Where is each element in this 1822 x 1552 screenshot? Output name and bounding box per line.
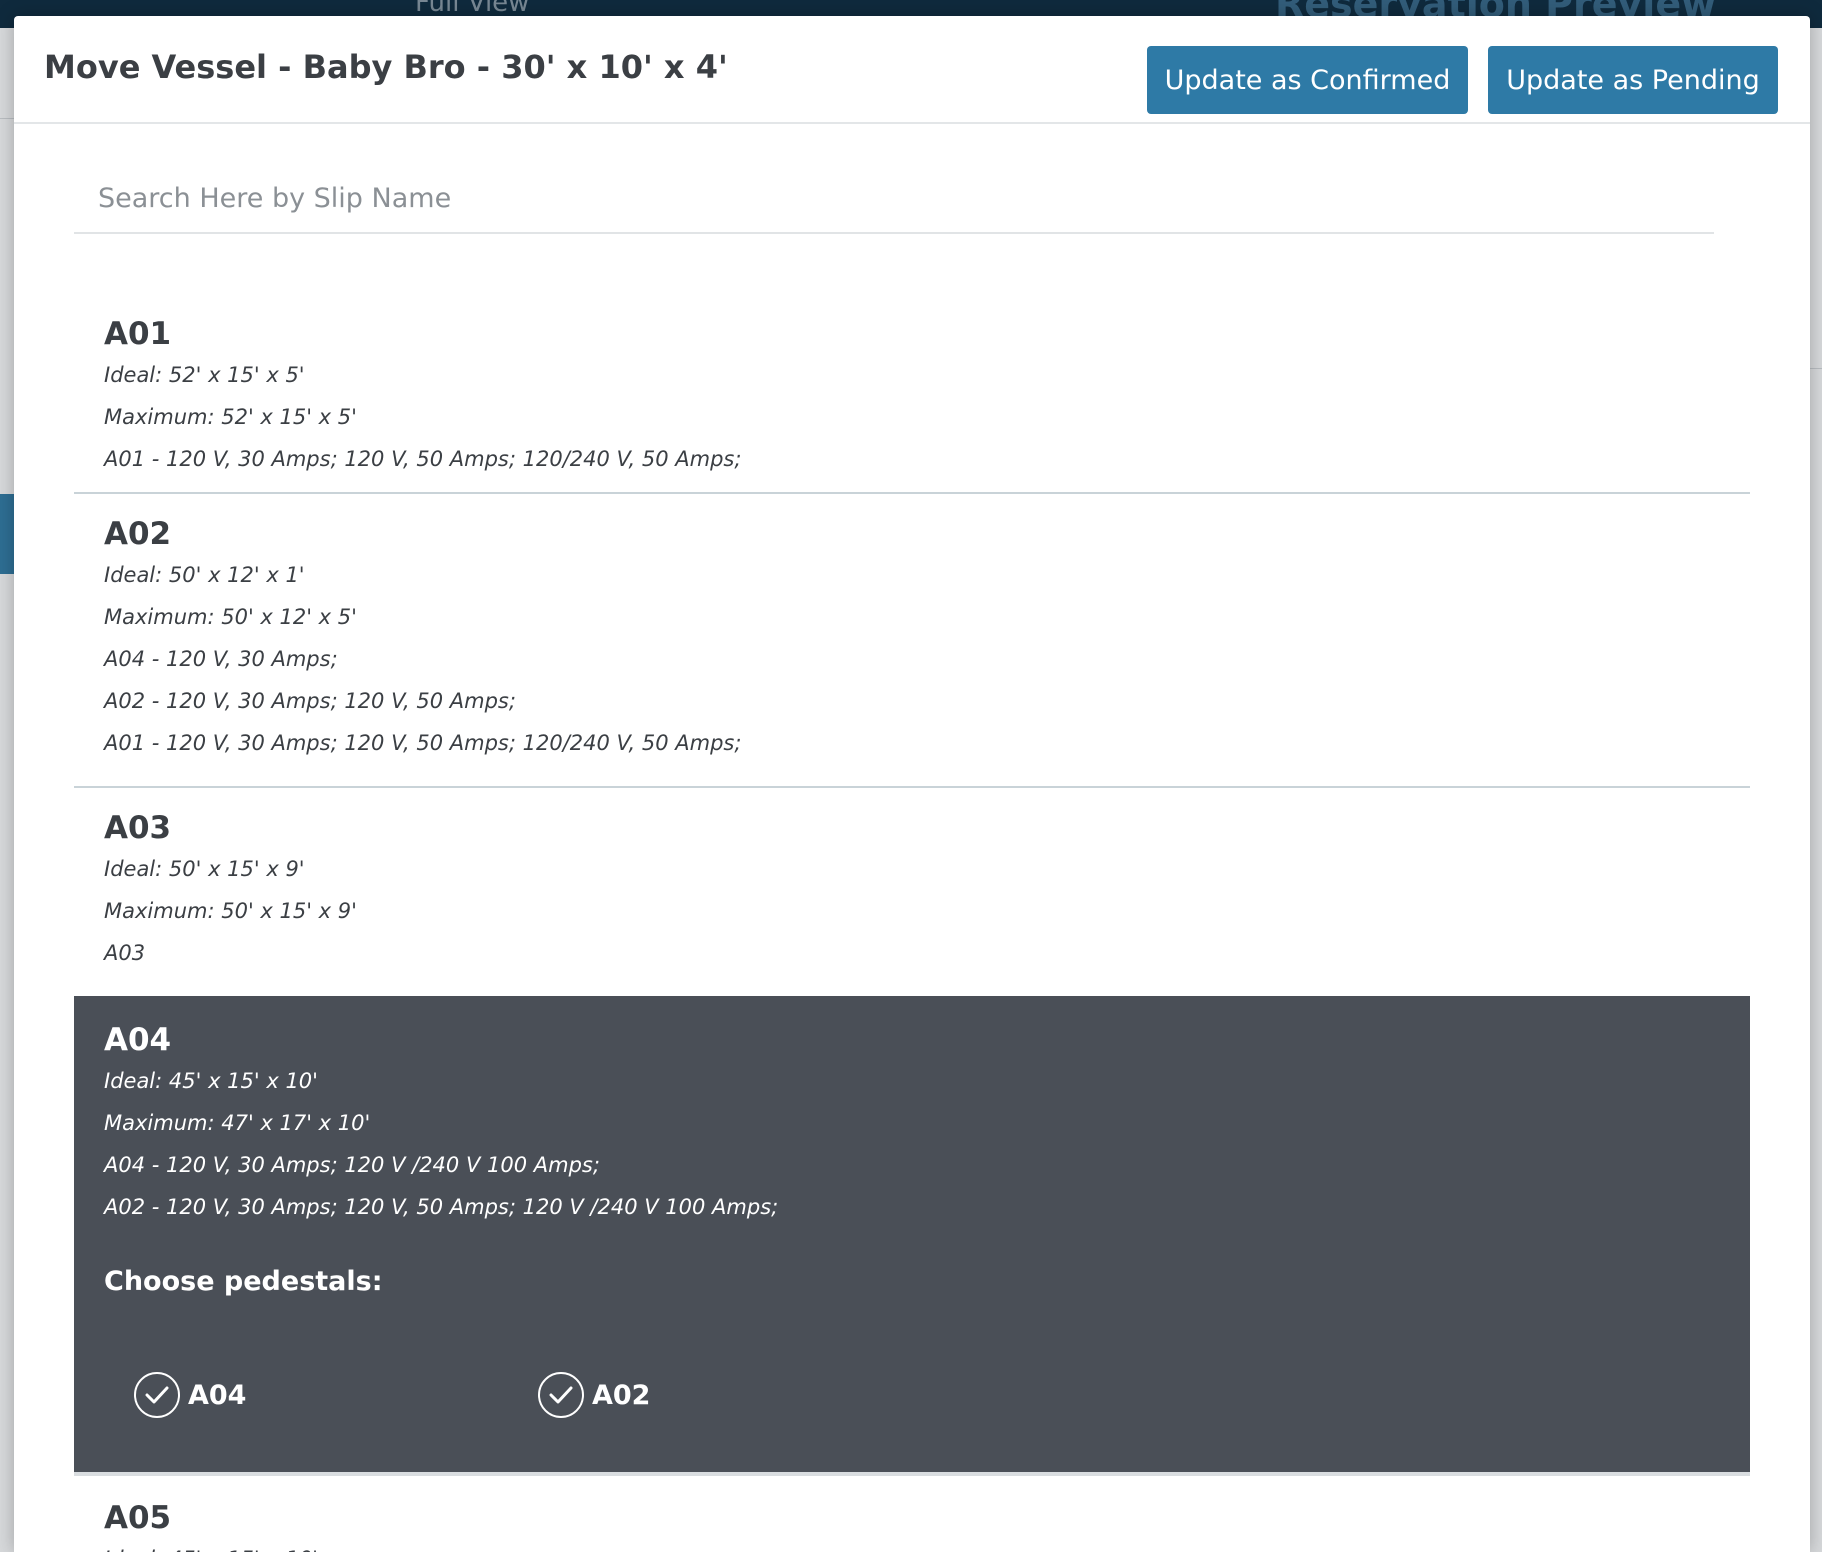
- slip-pedestal-info: A02 - 120 V, 30 Amps; 120 V, 50 Amps; 12…: [104, 1195, 779, 1219]
- slip-maximum-size: Maximum: 50' x 15' x 9': [104, 899, 357, 923]
- slip-ideal-size: Ideal: 45' x 15' x 10': [104, 1538, 1720, 1552]
- slip-ideal-size: Ideal: 52' x 15' x 5': [104, 363, 305, 387]
- move-vessel-modal: Move Vessel - Baby Bro - 30' x 10' x 4' …: [14, 16, 1810, 1552]
- slip-pedestal-info: A01 - 120 V, 30 Amps; 120 V, 50 Amps; 12…: [104, 731, 742, 755]
- update-as-confirmed-button[interactable]: Update as Confirmed: [1147, 46, 1468, 114]
- slip-list: A01 Ideal: 52' x 15' x 5' Maximum: 52' x…: [74, 294, 1750, 1552]
- pedestal-label: A02: [592, 1379, 651, 1411]
- slip-ideal-size: Ideal: 45' x 15' x 10': [104, 1069, 318, 1093]
- slip-name: A02: [104, 516, 172, 552]
- pedestal-checkbox-a04[interactable]: A04: [134, 1372, 246, 1418]
- slip-name: A01: [104, 316, 172, 352]
- slip-pedestal-info: A03: [104, 941, 146, 965]
- slip-name: A03: [104, 810, 172, 846]
- slip-maximum-size: Maximum: 50' x 12' x 5': [104, 605, 357, 629]
- slip-pedestal-info: A04 - 120 V, 30 Amps; 120 V /240 V 100 A…: [104, 1153, 600, 1177]
- checkmark-icon: [145, 1386, 169, 1404]
- update-as-pending-button[interactable]: Update as Pending: [1488, 46, 1778, 114]
- slip-item-a05[interactable]: A05 Ideal: 45' x 15' x 10': [74, 1476, 1750, 1552]
- slip-item-a02[interactable]: A02 Ideal: 50' x 12' x 1' Maximum: 50' x…: [74, 494, 1750, 788]
- checkmark-icon: [549, 1386, 573, 1404]
- slip-ideal-size: Ideal: 50' x 15' x 9': [104, 857, 305, 881]
- check-circle-icon: [134, 1372, 180, 1418]
- choose-pedestals-label: Choose pedestals:: [104, 1266, 383, 1297]
- slip-name: A04: [104, 1022, 172, 1058]
- slip-search-input[interactable]: [74, 166, 1714, 230]
- slip-ideal-size: Ideal: 50' x 12' x 1': [104, 563, 305, 587]
- slip-pedestal-info: A01 - 120 V, 30 Amps; 120 V, 50 Amps; 12…: [104, 447, 742, 471]
- slip-item-a04-selected[interactable]: A04 Ideal: 45' x 15' x 10' Maximum: 47' …: [74, 996, 1750, 1476]
- slip-pedestal-info: A02 - 120 V, 30 Amps; 120 V, 50 Amps;: [104, 689, 516, 713]
- slip-name: A05: [104, 1500, 172, 1536]
- slip-maximum-size: Maximum: 52' x 15' x 5': [104, 405, 357, 429]
- modal-header: Move Vessel - Baby Bro - 30' x 10' x 4' …: [14, 16, 1810, 124]
- pedestal-options: A04 A02: [104, 1302, 1720, 1442]
- slip-item-a01[interactable]: A01 Ideal: 52' x 15' x 5' Maximum: 52' x…: [74, 294, 1750, 494]
- slip-item-a03[interactable]: A03 Ideal: 50' x 15' x 9' Maximum: 50' x…: [74, 788, 1750, 996]
- pedestal-checkbox-a02[interactable]: A02: [538, 1372, 650, 1418]
- background-divider: [0, 118, 14, 119]
- pedestal-label: A04: [188, 1379, 247, 1411]
- search-container: [74, 166, 1714, 234]
- slip-pedestal-info: A04 - 120 V, 30 Amps;: [104, 647, 338, 671]
- modal-title: Move Vessel - Baby Bro - 30' x 10' x 4': [44, 48, 728, 86]
- background-accent-bar: [0, 494, 14, 574]
- background-divider: [1810, 368, 1822, 369]
- slip-maximum-size: Maximum: 47' x 17' x 10': [104, 1111, 371, 1135]
- check-circle-icon: [538, 1372, 584, 1418]
